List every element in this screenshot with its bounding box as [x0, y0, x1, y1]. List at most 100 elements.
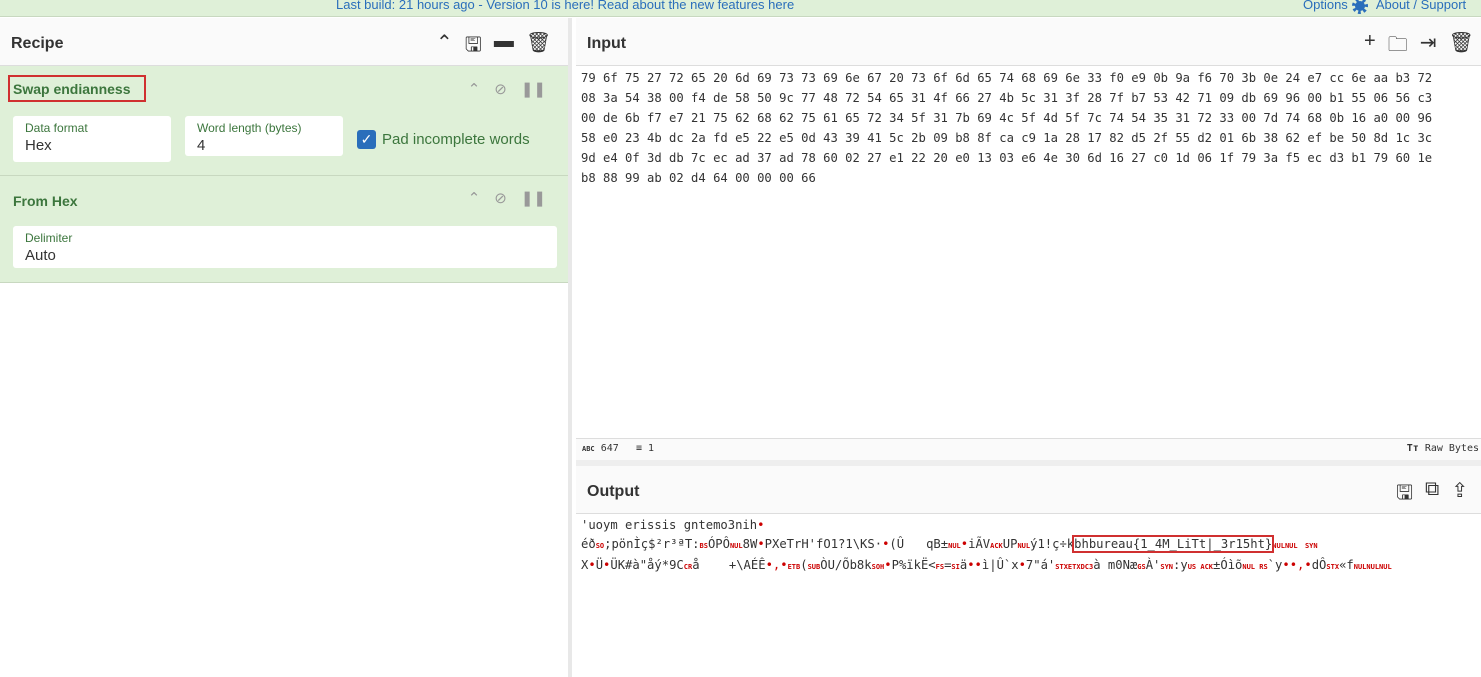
trash-icon[interactable]: 🗑 [526, 30, 551, 64]
control-char-dot: • [757, 518, 765, 532]
output-text-segment: ì|Û`x [981, 558, 1019, 572]
output-text-segment: éð [581, 537, 596, 551]
output-text-segment: ±Óìõ [1213, 558, 1243, 572]
control-char-badge: CR [683, 563, 693, 571]
word-length-input[interactable]: Word length (bytes) 4 [185, 116, 343, 156]
control-char-badge: US ACK [1187, 563, 1214, 571]
open-folder-icon[interactable]: 🗀 [1388, 30, 1408, 64]
trash-icon[interactable]: 🗑 [1448, 30, 1473, 64]
input-textarea[interactable]: 79 6f 75 27 72 65 20 6d 69 73 73 69 6e 6… [581, 68, 1432, 188]
pause-icon[interactable]: ❚❚ [521, 189, 546, 207]
add-tab-icon[interactable]: + [1364, 30, 1376, 64]
input-line: 79 6f 75 27 72 65 20 6d 69 73 73 69 6e 6… [581, 71, 1433, 85]
output-text[interactable]: 'uoym erissis gntemo3nih• éðSO;pönÌç$²r³ª… [581, 516, 1392, 577]
output-text-segment: dÔ [1311, 558, 1327, 572]
control-char-dot: • [757, 537, 765, 551]
input-status-bar: ABC 647 ≡ 1 Tт Raw Bytes [576, 438, 1481, 460]
control-char-dot: • [960, 537, 969, 551]
output-text-segment: ÒU/Õb8k [820, 558, 872, 572]
io-panel: Input + 🗀 ⇥ 🗑 79 6f 75 27 72 65 20 6d 69… [576, 18, 1481, 677]
output-text-segment: Ü [595, 558, 604, 572]
output-text-segment: 8W [742, 537, 758, 551]
control-char-dot: •‚• [765, 558, 788, 572]
output-text-segment: 'uoym erissis gntemo3nih [581, 518, 758, 532]
disable-icon[interactable]: ⊘ [494, 80, 507, 98]
control-char-badge: SYN [1160, 563, 1174, 571]
chevron-up-icon[interactable]: ⌃ [468, 189, 481, 207]
input-line: 08 3a 54 38 00 f4 de 58 50 9c 77 48 72 5… [581, 91, 1433, 105]
control-char-badge: SOH [871, 563, 885, 571]
control-char-dot: ••‚• [1282, 558, 1312, 572]
input-line: 00 de 6b f7 e7 21 75 62 68 62 75 61 65 7… [581, 111, 1433, 125]
highlighted-flag: bhbureau{1_4M_LiTt|_3r15ht} [1072, 535, 1275, 553]
control-char-badge: NUL [729, 542, 743, 550]
disable-icon[interactable]: ⊘ [494, 189, 507, 207]
recipe-panel: Recipe ⌃ 🖫 ▬ 🗑 Swap endianness ⌃ ⊘ ❚❚ Data… [0, 18, 572, 677]
control-char-badge: NUL [1284, 542, 1298, 550]
output-text-segment: à m0Næ [1093, 558, 1138, 572]
data-format-select[interactable]: Data format Hex [13, 116, 171, 162]
output-text-segment [1298, 537, 1305, 551]
control-char-dot: • [588, 558, 596, 572]
input-line: 58 e0 23 4b dc 2a fd e5 22 e5 0d 43 39 4… [581, 131, 1433, 145]
control-char-dot: •• [967, 558, 982, 572]
delimiter-select[interactable]: Delimiter Auto [13, 226, 557, 268]
char-count: 647 [600, 443, 619, 454]
control-char-badge: NUL [1017, 542, 1031, 550]
output-text-segment: (Û qB± [889, 537, 949, 551]
recipe-title: Recipe [11, 35, 64, 52]
replace-input-icon[interactable]: ⇪ [1451, 478, 1468, 512]
output-line: éðSO;pönÌç$²r³ªT:BSÓPÔNUL8W•PXeTrH'fO1?1… [581, 535, 1392, 556]
save-output-icon[interactable]: 🖫 [1396, 478, 1413, 512]
gear-icon[interactable] [1351, 0, 1368, 14]
control-char-badge: SUB [807, 563, 821, 571]
output-text-segment: ÓPÔ [707, 537, 730, 551]
folder-icon[interactable]: ▬ [494, 30, 514, 64]
output-text-segment: ;pönÌç$²r³ªT: [604, 537, 700, 551]
output-text-segment: ý1!ç÷k [1030, 537, 1075, 551]
operation-name: From Hex [13, 193, 78, 209]
control-char-badge: STX [1326, 563, 1340, 571]
output-text-segment: iÃV [968, 537, 991, 551]
control-char-badge: SO [595, 542, 605, 550]
control-char-badge: NUL RS [1242, 563, 1268, 571]
control-char-badge: NUL [1272, 542, 1285, 550]
output-line: 'uoym erissis gntemo3nih• [581, 516, 1392, 535]
control-char-dot: • [1018, 558, 1026, 572]
pause-icon[interactable]: ❚❚ [521, 80, 546, 98]
output-text-segment: «f [1339, 558, 1354, 572]
control-char-badge: SI [951, 563, 960, 571]
operation-name: Swap endianness [8, 75, 147, 102]
encoding-button[interactable]: Tт Raw Bytes [1407, 443, 1479, 454]
output-text-segment: å +\AÉÊ [692, 558, 766, 572]
control-char-badge: GS [1137, 563, 1146, 571]
about-link[interactable]: About / Support [1376, 0, 1466, 12]
control-char-badge: STXETXDC3 [1055, 563, 1094, 571]
output-text-segment: UP [1002, 537, 1018, 551]
chevron-up-icon[interactable]: ⌃ [436, 30, 453, 64]
operation-swap-endianness[interactable]: Swap endianness ⌃ ⊘ ❚❚ Data format Hex Word… [0, 66, 568, 176]
operation-from-hex[interactable]: From Hex ⌃ ⊘ ❚❚ Delimiter Auto [0, 176, 568, 283]
control-char-badge: FS [935, 563, 945, 571]
output-text-segment: PXeTrH'fO1?1\KS· [764, 537, 883, 551]
input-line: 9d e4 0f 3d db 7c ec ad 37 ad 78 60 02 2… [581, 151, 1433, 165]
pad-checkbox[interactable]: ✓ [357, 130, 376, 149]
pad-checkbox-label: Pad incomplete words [382, 131, 530, 148]
control-char-badge: ETB [787, 563, 801, 571]
banner-message[interactable]: Last build: 21 hours ago - Version 10 is… [336, 0, 794, 12]
control-char-badge: NUL [948, 542, 961, 550]
output-text-segment: ( [800, 558, 808, 572]
copy-icon[interactable]: ⧉ [1425, 478, 1439, 512]
control-char-badge: NULNULNUL [1353, 563, 1392, 571]
input-title: Input [587, 35, 627, 52]
save-icon[interactable]: 🖫 [465, 30, 482, 64]
output-text-segment: `y [1267, 558, 1283, 572]
chevron-up-icon[interactable]: ⌃ [468, 80, 481, 98]
output-title: Output [587, 483, 640, 500]
options-link[interactable]: Options [1303, 0, 1348, 12]
control-char-badge: BS [699, 542, 708, 550]
output-text-segment: À' [1145, 558, 1161, 572]
control-char-badge: SYN [1304, 542, 1318, 550]
open-file-icon[interactable]: ⇥ [1420, 30, 1437, 64]
output-text-segment: P%ïkË< [891, 558, 936, 572]
